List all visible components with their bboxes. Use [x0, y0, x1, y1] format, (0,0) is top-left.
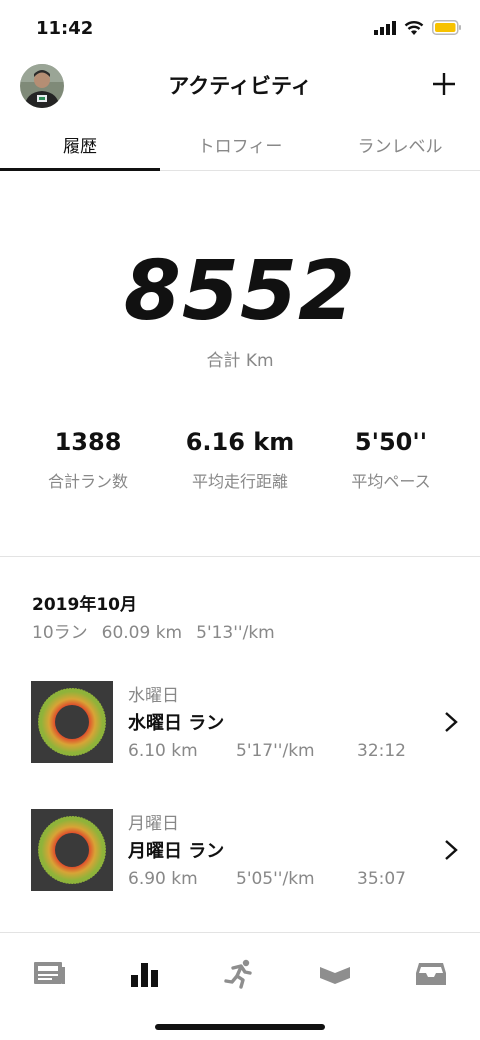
stat-label: 合計ラン数	[47, 472, 128, 491]
home-indicator	[155, 1024, 325, 1030]
total-distance-value: 8552	[123, 244, 357, 339]
run-list-item[interactable]: 水曜日 水曜日 ラン 6.10 km 5'17''/km 32:12	[0, 681, 480, 781]
run-name: 水曜日 ラン	[128, 713, 225, 734]
tab-run-level[interactable]: ランレベル	[320, 116, 480, 170]
bottom-tab-bar	[0, 932, 480, 1040]
run-name: 月曜日 ラン	[128, 841, 225, 862]
stat-average-distance: 6.16 km 平均走行距離	[160, 428, 320, 492]
wifi-icon	[404, 21, 424, 35]
run-distance: 6.10 km	[128, 741, 198, 761]
month-title: 2019年10月	[32, 595, 137, 615]
run-distance: 6.90 km	[128, 869, 198, 889]
stat-value: 6.16 km	[185, 428, 295, 456]
run-list-item[interactable]: 月曜日 月曜日 ラン 6.90 km 5'05''/km 35:07	[0, 809, 480, 909]
stat-average-pace: 5'50'' 平均ペース	[311, 428, 471, 492]
run-day: 月曜日	[128, 814, 179, 834]
month-run-count: 10ラン	[32, 623, 88, 643]
stat-value: 5'50''	[354, 428, 428, 456]
status-time: 11:42	[36, 18, 94, 39]
run-duration: 35:07	[357, 869, 406, 889]
chevron-right-icon	[445, 712, 458, 732]
status-bar: 11:42	[0, 0, 480, 56]
inbox-icon[interactable]	[414, 959, 448, 989]
run-map-thumbnail	[31, 681, 113, 763]
stat-label: 平均ペース	[351, 472, 431, 491]
tab-bar-top: 履歴 トロフィー ランレベル	[0, 116, 480, 171]
stat-value: 1388	[54, 428, 122, 456]
activity-bar-chart-icon[interactable]	[128, 959, 162, 989]
month-distance: 60.09 km	[101, 623, 183, 643]
add-icon[interactable]	[426, 66, 462, 102]
header: アクティビティ	[0, 56, 480, 116]
stat-total-runs: 1388 合計ラン数	[8, 428, 168, 492]
run-icon[interactable]	[222, 959, 256, 989]
run-map-thumbnail	[31, 809, 113, 891]
month-summary: 10ラン 60.09 km 5'13''/km	[32, 618, 289, 643]
stat-label: 平均走行距離	[191, 472, 288, 491]
month-pace: 5'13''/km	[196, 623, 275, 643]
tab-trophies[interactable]: トロフィー	[160, 116, 320, 170]
cellular-signal-icon	[374, 20, 396, 35]
tab-history[interactable]: 履歴	[0, 116, 160, 171]
total-distance-label: 合計 Km	[206, 351, 274, 371]
run-duration: 32:12	[357, 741, 406, 761]
page-title: アクティビティ	[168, 74, 312, 98]
battery-icon	[432, 20, 461, 35]
run-day: 水曜日	[128, 686, 179, 706]
divider	[0, 556, 480, 557]
chevron-right-icon	[445, 840, 458, 860]
run-pace: 5'17''/km	[236, 741, 315, 761]
run-pace: 5'05''/km	[236, 869, 315, 889]
feed-icon[interactable]	[32, 959, 66, 989]
chevron-level-icon[interactable]	[318, 959, 352, 989]
